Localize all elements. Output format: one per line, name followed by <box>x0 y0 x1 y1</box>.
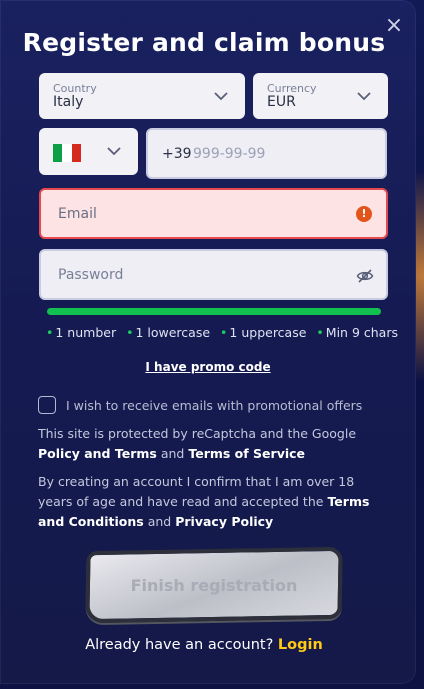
password-strength-bar <box>47 308 381 315</box>
finish-registration-button[interactable]: Finish registration <box>85 546 343 624</box>
password-rule: • Min 9 chars <box>316 325 398 340</box>
login-prompt: Already have an account? Login <box>85 637 323 653</box>
age-consent-text: By creating an account I confirm that I … <box>38 474 370 529</box>
modal-title: Register and claim bonus <box>22 28 386 57</box>
phone-country-select[interactable] <box>39 128 138 175</box>
phone-placeholder: 999-99-99 <box>193 146 266 162</box>
email-field[interactable]: Email ! <box>39 188 388 239</box>
country-select[interactable]: Country Italy <box>39 73 245 119</box>
email-placeholder: Email <box>58 206 97 222</box>
login-link[interactable]: Login <box>278 637 323 653</box>
privacy-policy-link[interactable]: Privacy Policy <box>175 514 273 529</box>
phone-field[interactable]: +39 999-99-99 <box>146 128 387 179</box>
error-icon: ! <box>356 206 372 222</box>
password-placeholder: Password <box>58 267 124 283</box>
password-rules: • 1 number • 1 lowercase • 1 uppercase • Min… <box>46 325 398 340</box>
promo-emails-label: I wish to receive emails with promotiona… <box>66 398 363 413</box>
currency-select[interactable]: Currency EUR <box>253 73 388 119</box>
recaptcha-notice: This site is protected by reCaptcha and … <box>38 426 357 461</box>
password-rule: • 1 uppercase <box>220 325 307 340</box>
phone-prefix: +39 <box>162 146 192 162</box>
password-field[interactable]: Password <box>39 249 388 300</box>
country-value: Italy <box>53 94 84 110</box>
promo-emails-checkbox[interactable] <box>38 396 56 414</box>
finish-registration-label: Finish registration <box>130 576 298 595</box>
terms-of-service-link[interactable]: Terms of Service <box>188 446 305 461</box>
policy-terms-link[interactable]: Policy and Terms <box>38 446 157 461</box>
chevron-down-icon <box>106 143 122 159</box>
password-rule: • 1 lowercase <box>126 325 211 340</box>
chevron-down-icon <box>356 88 372 104</box>
chevron-down-icon <box>213 88 229 104</box>
registration-modal: × Register and claim bonus Country Italy… <box>0 0 416 684</box>
italy-flag-icon <box>53 144 81 162</box>
promo-code-link[interactable]: I have promo code <box>0 360 416 374</box>
password-rule: • 1 number <box>46 325 117 340</box>
currency-value: EUR <box>267 94 296 110</box>
eye-slash-icon[interactable] <box>356 267 374 285</box>
